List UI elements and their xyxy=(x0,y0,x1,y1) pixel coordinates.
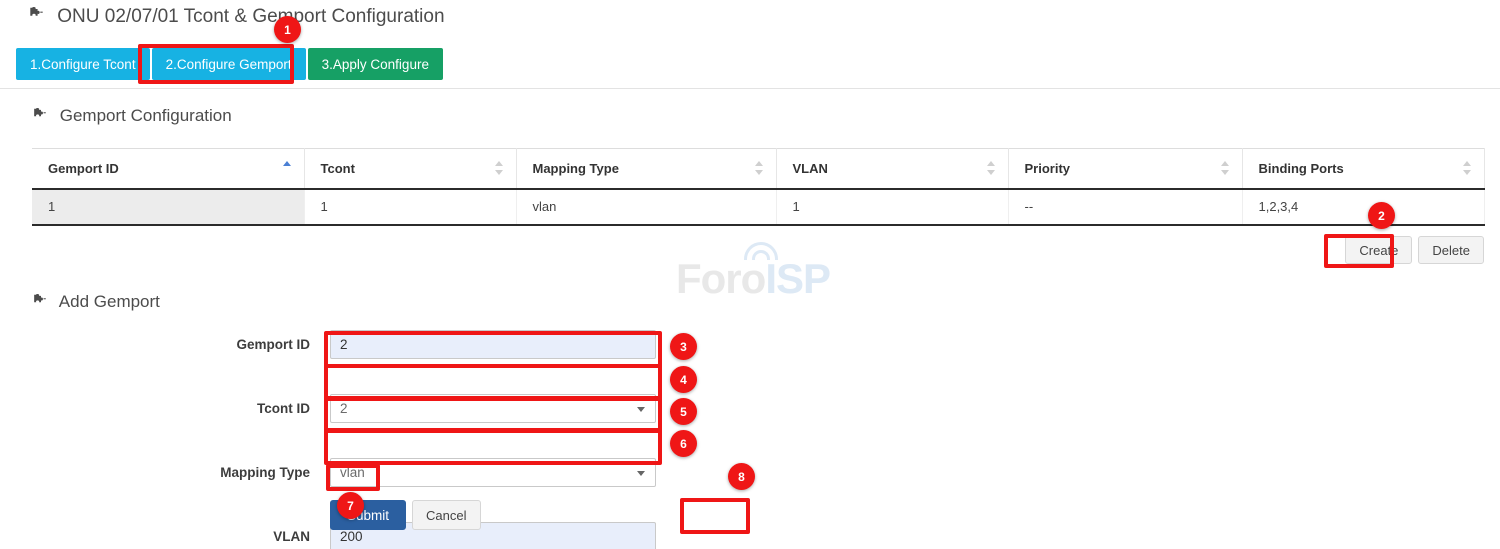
submit-button[interactable]: Submit xyxy=(330,500,406,530)
cell-priority: -- xyxy=(1008,189,1242,225)
column-header-label: Binding Ports xyxy=(1259,161,1344,176)
column-header-gemport-id[interactable]: Gemport ID xyxy=(32,149,304,189)
field-row-tcont-id: Tcont ID 2 xyxy=(0,394,1500,426)
sort-both-icon xyxy=(987,161,996,175)
column-header-vlan[interactable]: VLAN xyxy=(776,149,1008,189)
field-row-gemport-id: Gemport ID xyxy=(0,330,1500,362)
cell-binding-ports: 1,2,3,4 xyxy=(1242,189,1484,225)
add-gemport-form: Gemport ID Tcont ID 2 Mapping Type xyxy=(0,330,1500,490)
add-gemport-heading-text: Add Gemport xyxy=(59,292,160,311)
create-button[interactable]: Create xyxy=(1345,236,1412,264)
column-header-label: Gemport ID xyxy=(48,161,119,176)
page-title-text: ONU 02/07/01 Tcont & Gemport Configurati… xyxy=(57,6,444,27)
cell-mapping-type: vlan xyxy=(516,189,776,225)
tcont-id-select[interactable]: 2 xyxy=(330,394,656,423)
form-actions: Submit Cancel xyxy=(330,500,481,530)
tab-apply-configure[interactable]: 3.Apply Configure xyxy=(308,48,443,80)
column-header-label: VLAN xyxy=(793,161,828,176)
puzzle-piece-icon xyxy=(32,107,47,127)
table-row[interactable]: 1 1 vlan 1 -- 1,2,3,4 xyxy=(32,189,1484,225)
column-header-priority[interactable]: Priority xyxy=(1008,149,1242,189)
page-root: ONU 02/07/01 Tcont & Gemport Configurati… xyxy=(0,0,1500,549)
gemport-id-input[interactable] xyxy=(330,330,656,359)
field-row-vlan: VLAN xyxy=(0,522,1500,549)
wifi-arc-outer-icon xyxy=(744,242,778,260)
column-header-binding-ports[interactable]: Binding Ports xyxy=(1242,149,1484,189)
header-divider xyxy=(0,88,1500,89)
cell-tcont: 1 xyxy=(304,189,516,225)
gemport-table-wrapper: Gemport ID Tcont Mapping Type VLAN xyxy=(32,148,1484,226)
cell-vlan: 1 xyxy=(776,189,1008,225)
column-header-label: Tcont xyxy=(321,161,355,176)
label-mapping-type: Mapping Type xyxy=(0,458,310,488)
watermark: ForoISP xyxy=(676,255,830,303)
watermark-isp: ISP xyxy=(765,255,830,302)
table-header-row: Gemport ID Tcont Mapping Type VLAN xyxy=(32,149,1484,189)
tab-bar: 1.Configure Tcont 2.Configure Gemport 3.… xyxy=(16,48,443,80)
column-header-tcont[interactable]: Tcont xyxy=(304,149,516,189)
wifi-arc-inner-icon xyxy=(752,250,770,260)
sort-both-icon xyxy=(495,161,504,175)
sort-both-icon xyxy=(1463,161,1472,175)
mapping-type-select[interactable]: vlan xyxy=(330,458,656,487)
cancel-button[interactable]: Cancel xyxy=(412,500,480,530)
tab-configure-tcont[interactable]: 1.Configure Tcont xyxy=(16,48,150,80)
table-actions: Create Delete xyxy=(1345,236,1484,264)
column-header-label: Mapping Type xyxy=(533,161,619,176)
field-row-mapping-type: Mapping Type vlan xyxy=(0,458,1500,490)
add-gemport-heading: Add Gemport xyxy=(32,292,160,313)
gemport-configuration-heading: Gemport Configuration xyxy=(32,106,232,127)
label-vlan: VLAN xyxy=(0,522,310,549)
sort-ascending-icon xyxy=(283,161,292,175)
watermark-foro: Foro xyxy=(676,255,765,302)
sort-both-icon xyxy=(755,161,764,175)
page-title: ONU 02/07/01 Tcont & Gemport Configurati… xyxy=(28,6,445,28)
gemport-configuration-heading-text: Gemport Configuration xyxy=(60,106,232,125)
gemport-table: Gemport ID Tcont Mapping Type VLAN xyxy=(32,148,1485,226)
label-tcont-id: Tcont ID xyxy=(0,394,310,424)
puzzle-piece-icon xyxy=(28,6,44,28)
column-header-mapping-type[interactable]: Mapping Type xyxy=(516,149,776,189)
label-gemport-id: Gemport ID xyxy=(0,330,310,360)
tab-configure-gemport[interactable]: 2.Configure Gemport xyxy=(152,48,306,80)
cell-gemport-id: 1 xyxy=(32,189,304,225)
puzzle-piece-icon xyxy=(32,293,47,313)
column-header-label: Priority xyxy=(1025,161,1071,176)
delete-button[interactable]: Delete xyxy=(1418,236,1484,264)
sort-both-icon xyxy=(1221,161,1230,175)
